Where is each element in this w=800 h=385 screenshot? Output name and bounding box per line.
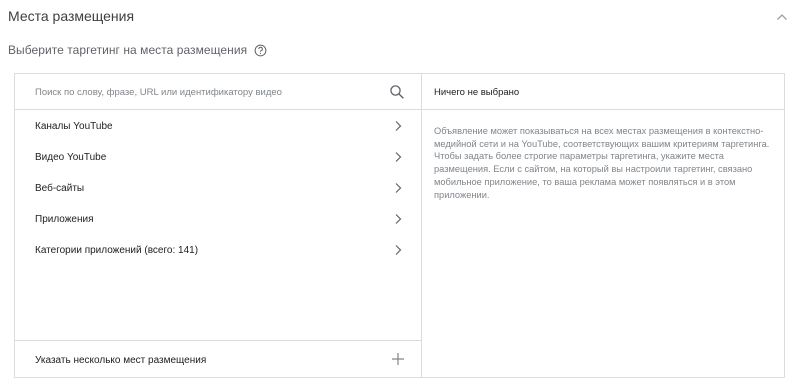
chevron-up-icon[interactable] <box>774 9 790 25</box>
list-item-youtube-channels[interactable]: Каналы YouTube <box>15 110 421 141</box>
chevron-right-icon <box>395 245 402 255</box>
search-icon[interactable] <box>389 84 405 100</box>
list-item-websites[interactable]: Веб-сайты <box>15 172 421 203</box>
help-circle-icon[interactable] <box>254 44 267 57</box>
list-item-apps[interactable]: Приложения <box>15 203 421 234</box>
list-item-label: Веб-сайты <box>35 183 85 194</box>
selection-description: Объявление может показываться на всех ме… <box>434 126 770 200</box>
selected-placements-panel: Ничего не выбрано Объявление может показ… <box>422 74 784 377</box>
section-title: Места размещения <box>8 8 135 24</box>
chevron-right-icon <box>395 214 402 224</box>
placement-browser: Каналы YouTube Видео YouTube Веб-сайты П… <box>15 74 422 377</box>
list-item-label: Приложения <box>35 214 94 225</box>
add-multiple-placements-button[interactable]: Указать несколько мест размещения <box>15 340 421 377</box>
plus-icon <box>392 353 404 365</box>
placement-picker: Каналы YouTube Видео YouTube Веб-сайты П… <box>14 73 785 378</box>
chevron-right-icon <box>395 183 402 193</box>
list-item-label: Видео YouTube <box>35 152 107 163</box>
list-item-youtube-videos[interactable]: Видео YouTube <box>15 141 421 172</box>
list-item-label: Каналы YouTube <box>35 121 113 132</box>
search-input[interactable] <box>35 83 355 101</box>
placement-category-list: Каналы YouTube Видео YouTube Веб-сайты П… <box>15 110 421 265</box>
placements-section: Места размещения Выберите таргетинг на м… <box>0 0 800 385</box>
list-item-app-categories[interactable]: Категории приложений (всего: 141) <box>15 234 421 265</box>
search-bar <box>15 74 421 110</box>
chevron-right-icon <box>395 121 402 131</box>
list-item-label: Категории приложений (всего: 141) <box>35 245 199 256</box>
add-multiple-label: Указать несколько мест размещения <box>35 355 207 366</box>
nothing-selected-label: Ничего не выбрано <box>434 87 520 98</box>
section-header[interactable]: Места размещения <box>0 0 800 34</box>
selected-header: Ничего не выбрано <box>422 74 784 110</box>
subtitle-row: Выберите таргетинг на места размещения <box>8 42 267 58</box>
targeting-subtitle: Выберите таргетинг на места размещения <box>8 43 248 57</box>
chevron-right-icon <box>395 152 402 162</box>
